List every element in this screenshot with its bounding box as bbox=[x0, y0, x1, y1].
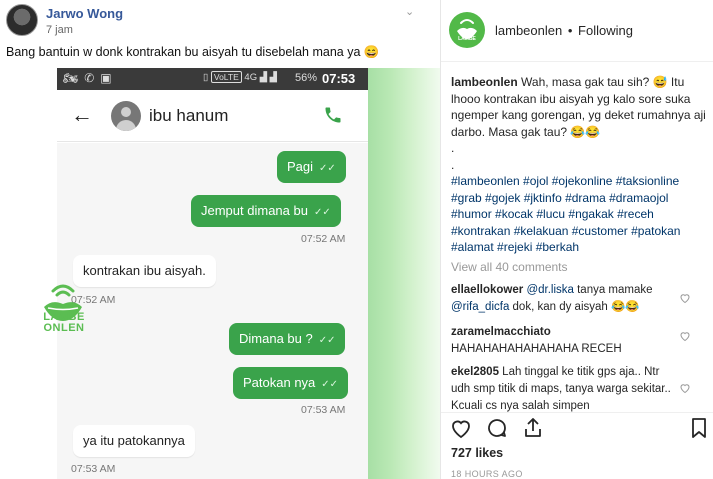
battery-level: 56% bbox=[295, 72, 318, 84]
status-clock: 07:53 bbox=[322, 71, 356, 86]
comment-text: dok, kan dy aisyah 😂😂 bbox=[509, 301, 640, 313]
separator-dot: • bbox=[567, 23, 573, 38]
message-timestamp: 07:52 AM bbox=[301, 233, 346, 245]
read-ticks-icon: ✓✓ bbox=[313, 207, 331, 218]
notification-icons: 🏍✆▣ bbox=[63, 71, 118, 85]
contact-avatar[interactable] bbox=[111, 101, 141, 131]
lips-logo-icon bbox=[457, 19, 477, 39]
comment-item: zaramelmacchiato HAHAHAHAHAHAHAHA RECEH bbox=[451, 324, 681, 358]
caption-author[interactable]: lambeonlen bbox=[451, 75, 518, 89]
message-text: Pagi bbox=[287, 159, 314, 174]
comment-text: HAHAHAHAHAHAHAHA RECEH bbox=[451, 343, 622, 355]
message-out[interactable]: Jemput dimana bu ✓✓ bbox=[191, 195, 341, 227]
follow-state-button[interactable]: Following bbox=[578, 23, 633, 38]
comment-author[interactable]: ellaellokower bbox=[451, 284, 523, 296]
message-text: kontrakan ibu aisyah. bbox=[83, 263, 206, 278]
message-in[interactable]: ya itu patokannya bbox=[73, 425, 195, 457]
network-label: 4G bbox=[244, 72, 258, 83]
read-ticks-icon: ✓✓ bbox=[321, 379, 339, 390]
watermark-text: LAMBE ONLEN bbox=[43, 311, 85, 334]
chevron-down-icon[interactable]: ⌄ bbox=[405, 5, 415, 18]
account-line: lambeonlen • Following bbox=[495, 23, 633, 38]
message-list: Pagi ✓✓ Jemput dimana bu ✓✓ 07:52 AM kontr… bbox=[57, 143, 370, 479]
post-time[interactable]: 7 jam bbox=[46, 24, 73, 36]
volte-badge: VoLTE bbox=[210, 71, 242, 83]
post-age[interactable]: 18 HOURS AGO bbox=[451, 469, 523, 479]
phone-call-icon[interactable] bbox=[323, 104, 343, 126]
instagram-panel: LAMBE lambeonlen • Following lambeonlen … bbox=[440, 0, 713, 479]
signal-icons: ▯ VoLTE 4G ▟ ▟ bbox=[203, 71, 277, 83]
message-text: Jemput dimana bu bbox=[201, 203, 308, 218]
post-caption: lambeonlen Wah, masa gak tau sih? 😅 Itu … bbox=[451, 74, 707, 256]
post-caption: Bang bantuin w donk kontrakan bu aisyah … bbox=[6, 45, 380, 59]
bookmark-icon[interactable] bbox=[687, 416, 711, 440]
message-text: Patokan nya bbox=[243, 375, 316, 390]
vibrate-icon: ▯ bbox=[203, 72, 211, 83]
account-avatar[interactable] bbox=[449, 12, 485, 48]
comment-text: tanya mamake bbox=[573, 284, 653, 296]
author-avatar[interactable] bbox=[6, 4, 38, 36]
message-text: Dimana bu ? bbox=[239, 331, 313, 346]
account-name[interactable]: lambeonlen bbox=[495, 23, 562, 38]
comment-mention[interactable]: @rifa_dicfa bbox=[451, 301, 509, 313]
caption-dot: . bbox=[451, 141, 455, 155]
message-out[interactable]: Patokan nya ✓✓ bbox=[233, 367, 349, 399]
comment-mention[interactable]: @dr.liska bbox=[526, 284, 573, 296]
chat-header: ← ibu hanum bbox=[57, 90, 370, 142]
blurred-background bbox=[368, 68, 440, 479]
message-text: ya itu patokannya bbox=[83, 433, 185, 448]
like-comment-heart-icon[interactable] bbox=[679, 330, 691, 342]
share-icon[interactable] bbox=[521, 416, 545, 440]
comment-author[interactable]: zaramelmacchiato bbox=[451, 326, 551, 338]
like-count[interactable]: 727 likes bbox=[451, 446, 503, 460]
comments-section: lambeonlen Wah, masa gak tau sih? 😅 Itu … bbox=[441, 62, 713, 412]
comment-item: ekel2805 Lah tinggal ke titik gps aja.. … bbox=[451, 364, 681, 415]
message-out[interactable]: Pagi ✓✓ bbox=[277, 151, 346, 183]
message-out[interactable]: Dimana bu ? ✓✓ bbox=[229, 323, 346, 355]
back-arrow-icon[interactable]: ← bbox=[71, 104, 93, 126]
comment-author[interactable]: ekel2805 bbox=[451, 366, 499, 378]
caption-dot: . bbox=[451, 157, 455, 172]
read-ticks-icon: ✓✓ bbox=[318, 335, 336, 346]
status-bar: 🏍✆▣ ▯ VoLTE 4G ▟ ▟ 56% 07:53 bbox=[57, 68, 370, 90]
view-all-comments-link[interactable]: View all 40 comments bbox=[451, 260, 568, 274]
heart-icon[interactable] bbox=[449, 416, 473, 440]
message-timestamp: 07:53 AM bbox=[301, 404, 346, 416]
facebook-post: Jarwo Wong 7 jam ⌄ Bang bantuin w donk k… bbox=[0, 0, 440, 479]
logo-caption: LAMBE bbox=[458, 36, 476, 42]
contact-name[interactable]: ibu hanum bbox=[149, 106, 228, 126]
message-timestamp: 07:53 AM bbox=[71, 463, 116, 475]
chat-screenshot: 🏍✆▣ ▯ VoLTE 4G ▟ ▟ 56% 07:53 ← ibu hanum… bbox=[57, 68, 370, 479]
post-actions: 727 likes 18 HOURS AGO bbox=[441, 412, 713, 479]
signal-icon: ▟ ▟ bbox=[259, 72, 277, 83]
caption-hashtags[interactable]: #lambeonlen #ojol #ojekonline #taksionli… bbox=[451, 174, 680, 254]
read-ticks-icon: ✓✓ bbox=[319, 163, 336, 174]
message-in[interactable]: kontrakan ibu aisyah. bbox=[73, 255, 216, 287]
like-comment-heart-icon[interactable] bbox=[679, 292, 691, 304]
author-name[interactable]: Jarwo Wong bbox=[46, 6, 123, 21]
comment-icon[interactable] bbox=[485, 416, 509, 440]
comment-item: ellaellokower @dr.liska tanya mamake @ri… bbox=[451, 282, 681, 316]
like-comment-heart-icon[interactable] bbox=[679, 382, 691, 394]
post-header: LAMBE lambeonlen • Following bbox=[441, 0, 713, 62]
